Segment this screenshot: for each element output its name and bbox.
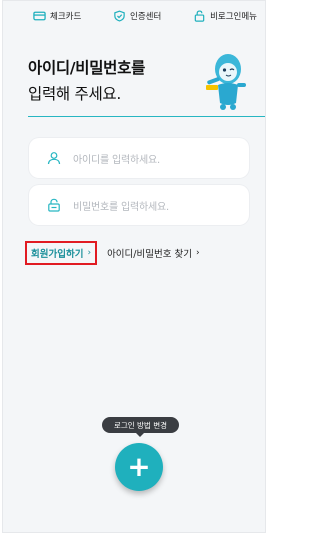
id-input[interactable]: 아이디를 입력하세요. xyxy=(29,138,249,178)
shield-check-icon xyxy=(114,10,125,22)
card-icon xyxy=(33,11,46,21)
page-heading: 아이디/비밀번호를 입력해 주세요. xyxy=(28,56,145,104)
mascot-character-icon xyxy=(206,54,246,110)
password-input[interactable]: 비밀번호를 입력하세요. xyxy=(29,185,249,225)
login-screen: 체크카드 인증센터 비로그인메뉴 아이디/비밀번호를 입력해 주세요. 아이디를… xyxy=(2,0,266,533)
topbar-item-label: 비로그인메뉴 xyxy=(210,12,257,22)
signup-link-label: 회원가입하기 xyxy=(31,249,84,260)
topbar-item-label: 체크카드 xyxy=(50,12,82,22)
lock-icon xyxy=(48,198,60,212)
top-menu-bar: 체크카드 인증센터 비로그인메뉴 xyxy=(33,10,257,22)
chevron-right-icon: › xyxy=(195,248,200,258)
unlock-icon xyxy=(194,10,205,22)
user-icon xyxy=(47,152,61,165)
id-input-placeholder: 아이디를 입력하세요. xyxy=(73,154,160,166)
heading-line-2: 입력해 주세요. xyxy=(28,85,122,103)
find-account-link[interactable]: 아이디/비밀번호 찾기 › xyxy=(107,246,200,260)
topbar-item-auth-center[interactable]: 인증센터 xyxy=(113,10,161,22)
topbar-item-label: 인증센터 xyxy=(130,12,162,22)
signup-link[interactable]: 회원가입하기 › xyxy=(25,241,98,265)
topbar-item-guest-menu[interactable]: 비로그인메뉴 xyxy=(193,10,257,22)
password-input-placeholder: 비밀번호를 입력하세요. xyxy=(73,201,169,213)
find-account-link-label: 아이디/비밀번호 찾기 xyxy=(107,249,192,260)
topbar-item-check-card[interactable]: 체크카드 xyxy=(33,10,81,22)
change-login-method-button[interactable]: + xyxy=(115,443,163,491)
account-links: 회원가입하기 › 아이디/비밀번호 찾기 › xyxy=(25,241,200,265)
heading-divider xyxy=(28,116,265,117)
heading-line-1: 아이디/비밀번호를 xyxy=(28,56,145,78)
chevron-right-icon: › xyxy=(87,248,92,258)
login-method-tooltip: 로그인 방법 변경 xyxy=(102,417,179,437)
plus-icon: + xyxy=(127,450,151,483)
